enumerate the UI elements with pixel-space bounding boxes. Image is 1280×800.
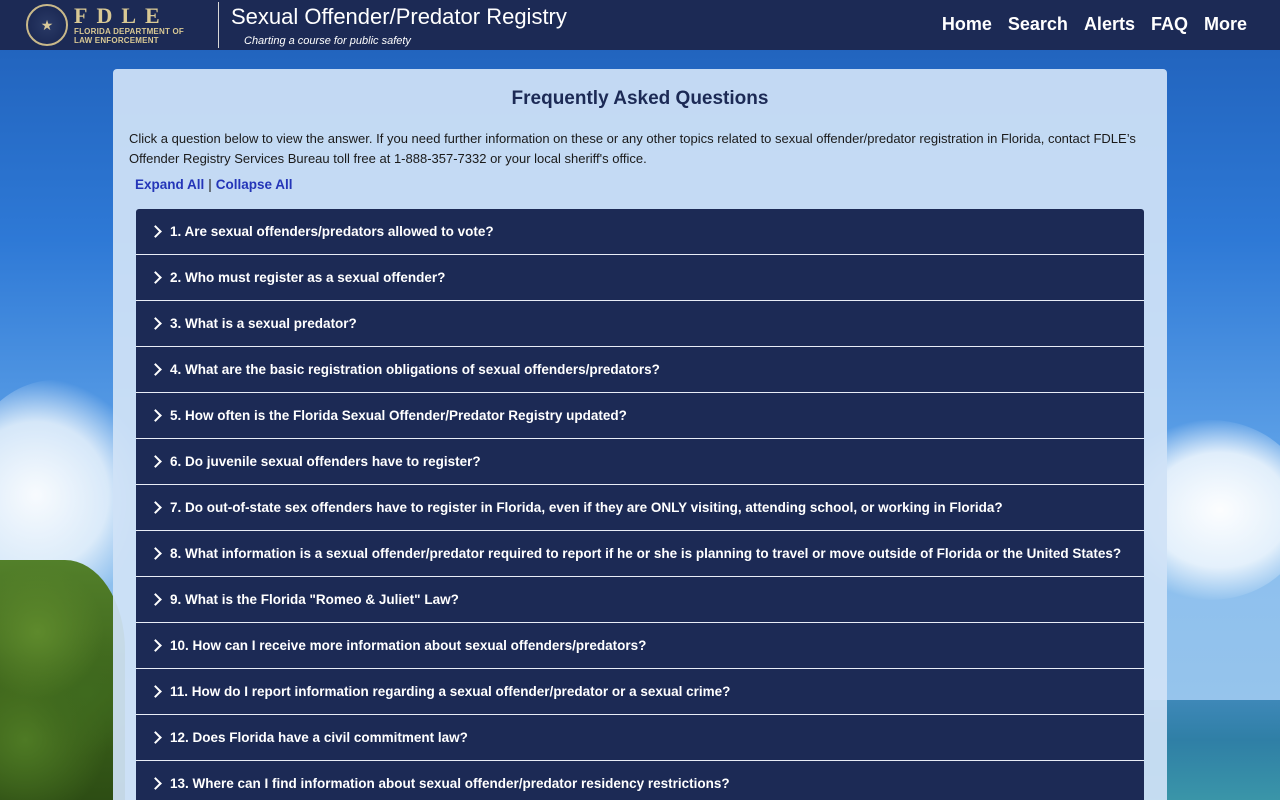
background-foliage <box>0 560 125 800</box>
chevron-right-icon <box>149 500 162 514</box>
chevron-right-icon <box>149 316 162 330</box>
faq-item[interactable]: 4. What are the basic registration oblig… <box>136 347 1144 393</box>
faq-question: 12. Does Florida have a civil commitment… <box>170 729 468 745</box>
faq-item[interactable]: 11. How do I report information regardin… <box>136 669 1144 715</box>
faq-item[interactable]: 9. What is the Florida "Romeo & Juliet" … <box>136 577 1144 623</box>
nav-search[interactable]: Search <box>1008 13 1068 35</box>
faq-item[interactable]: 1. Are sexual offenders/predators allowe… <box>136 209 1144 255</box>
intro-text: Click a question below to view the answe… <box>129 131 1136 166</box>
faq-question: 4. What are the basic registration oblig… <box>170 361 660 377</box>
nav-faq[interactable]: FAQ <box>1151 13 1188 35</box>
chevron-right-icon <box>149 546 162 560</box>
faq-item[interactable]: 13. Where can I find information about s… <box>136 761 1144 800</box>
expand-collapse-controls: Expand All | Collapse All <box>135 176 293 194</box>
chevron-right-icon <box>149 776 162 790</box>
chevron-right-icon <box>149 408 162 422</box>
chevron-right-icon <box>149 362 162 376</box>
fdle-logo[interactable]: ★ FDLE FLORIDA DEPARTMENT OF LAW ENFORCE… <box>26 3 206 47</box>
logo-wordmark: FDLE <box>74 3 169 28</box>
chevron-right-icon <box>149 270 162 284</box>
faq-item[interactable]: 5. How often is the Florida Sexual Offen… <box>136 393 1144 439</box>
chevron-right-icon <box>149 592 162 606</box>
faq-item[interactable]: 6. Do juvenile sexual offenders have to … <box>136 439 1144 485</box>
toggle-separator: | <box>208 177 212 192</box>
nav-more[interactable]: More <box>1204 13 1247 35</box>
faq-question: 3. What is a sexual predator? <box>170 315 357 331</box>
logo-subtitle-line1: FLORIDA DEPARTMENT OF <box>74 27 184 36</box>
site-tagline: Charting a course for public safety <box>244 35 411 47</box>
state-seal-icon: ★ <box>26 4 68 46</box>
faq-item[interactable]: 12. Does Florida have a civil commitment… <box>136 715 1144 761</box>
faq-question: 13. Where can I find information about s… <box>170 775 730 791</box>
faq-item[interactable]: 7. Do out-of-state sex offenders have to… <box>136 485 1144 531</box>
site-title: Sexual Offender/Predator Registry <box>231 4 567 29</box>
faq-question: 8. What information is a sexual offender… <box>170 545 1122 561</box>
expand-all-link[interactable]: Expand All <box>135 177 204 192</box>
logo-subtitle-line2: LAW ENFORCEMENT <box>74 36 159 45</box>
chevron-right-icon <box>149 224 162 238</box>
site-header: ★ FDLE FLORIDA DEPARTMENT OF LAW ENFORCE… <box>0 0 1280 50</box>
faq-question: 7. Do out-of-state sex offenders have to… <box>170 499 1003 515</box>
nav-home[interactable]: Home <box>942 13 992 35</box>
faq-question: 5. How often is the Florida Sexual Offen… <box>170 407 627 423</box>
faq-question: 10. How can I receive more information a… <box>170 637 647 653</box>
faq-item[interactable]: 8. What information is a sexual offender… <box>136 531 1144 577</box>
main-nav: Home Search Alerts FAQ More <box>942 13 1247 35</box>
faq-question: 6. Do juvenile sexual offenders have to … <box>170 453 481 469</box>
chevron-right-icon <box>149 684 162 698</box>
faq-item[interactable]: 3. What is a sexual predator? <box>136 301 1144 347</box>
faq-accordion: 1. Are sexual offenders/predators allowe… <box>136 209 1144 800</box>
faq-question: 2. Who must register as a sexual offende… <box>170 269 446 285</box>
page-title: Frequently Asked Questions <box>511 88 769 109</box>
faq-item[interactable]: 10. How can I receive more information a… <box>136 623 1144 669</box>
nav-alerts[interactable]: Alerts <box>1084 13 1135 35</box>
faq-item[interactable]: 2. Who must register as a sexual offende… <box>136 255 1144 301</box>
chevron-right-icon <box>149 454 162 468</box>
chevron-right-icon <box>149 638 162 652</box>
chevron-right-icon <box>149 730 162 744</box>
faq-question: 1. Are sexual offenders/predators allowe… <box>170 223 494 239</box>
faq-question: 9. What is the Florida "Romeo & Juliet" … <box>170 591 459 607</box>
logo-text: FDLE FLORIDA DEPARTMENT OF LAW ENFORCEME… <box>74 3 184 46</box>
header-divider <box>218 2 219 48</box>
faq-question: 11. How do I report information regardin… <box>170 683 731 699</box>
collapse-all-link[interactable]: Collapse All <box>216 177 293 192</box>
